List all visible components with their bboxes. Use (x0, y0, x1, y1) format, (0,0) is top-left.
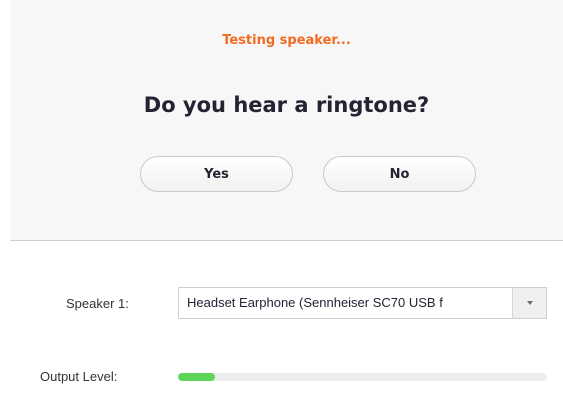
dropdown-arrow-button[interactable] (512, 288, 546, 318)
question-heading: Do you hear a ringtone? (143, 93, 430, 117)
no-button[interactable]: No (323, 156, 476, 192)
status-text: Testing speaker... (222, 33, 351, 48)
speaker-select[interactable]: Headset Earphone (Sennheiser SC70 USB f (178, 287, 547, 319)
output-level-meter (178, 373, 547, 381)
yes-button[interactable]: Yes (140, 156, 293, 192)
speaker-selected-value: Headset Earphone (Sennheiser SC70 USB f (187, 295, 443, 310)
output-level-fill (178, 373, 215, 381)
output-level-label: Output Level: (40, 369, 118, 384)
chevron-down-icon (527, 301, 533, 305)
speaker-label: Speaker 1: (66, 296, 129, 311)
